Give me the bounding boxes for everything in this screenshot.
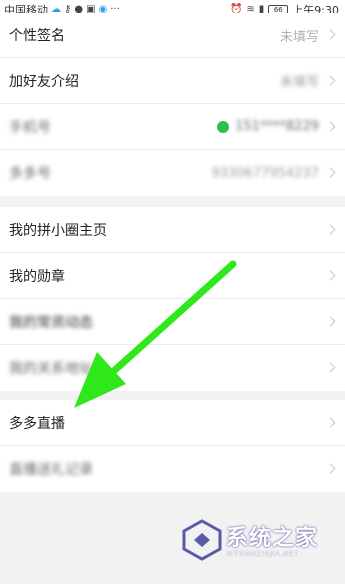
watermark-title: 系统之家 [226, 526, 319, 551]
pdd-id-value: 9330677954237 [211, 165, 319, 181]
row-activity[interactable]: 我的常资动态 [0, 299, 345, 345]
row-live[interactable]: 多多直播 [0, 400, 345, 446]
chevron-right-icon [325, 316, 336, 326]
row-signature[interactable]: 个性签名 未填写 [0, 13, 345, 58]
chevron-right-icon [325, 362, 336, 373]
friend-intro-value: 未填写 [279, 75, 319, 90]
chevron-right-icon [325, 224, 336, 234]
friend-intro-label: 加好友介绍 [9, 73, 79, 90]
chevron-right-icon [325, 417, 336, 427]
address-label: 我的关系地址 [9, 361, 93, 377]
chevron-right-icon [325, 29, 336, 40]
circle-home-label: 我的拼小圈主页 [9, 222, 107, 239]
profile-info-section: 个性签名 未填写 加好友介绍 未填写 手机号 151****8229 多多号 9… [0, 13, 345, 196]
chevron-right-icon [325, 121, 336, 131]
row-circle-home[interactable]: 我的拼小圈主页 [0, 207, 345, 253]
row-gift-record[interactable]: 直播送礼记录 [0, 446, 345, 492]
chevron-right-icon [325, 167, 336, 178]
signature-label: 个性签名 [9, 28, 65, 44]
activity-label: 我的常资动态 [9, 314, 93, 331]
phone-badge-icon [217, 120, 230, 133]
live-label: 多多直播 [9, 415, 65, 432]
live-section: 多多直播 直播送礼记录 [0, 400, 345, 492]
medals-label: 我的勋章 [9, 268, 65, 285]
chevron-right-icon [325, 75, 336, 85]
row-pdd-id[interactable]: 多多号 9330677954237 [0, 150, 345, 196]
row-phone[interactable]: 手机号 151****8229 [0, 104, 345, 150]
phone-value-wrap: 151****8229 [217, 119, 319, 134]
links-section: 我的拼小圈主页 我的勋章 我的常资动态 我的关系地址 [0, 207, 345, 391]
chevron-right-icon [325, 270, 336, 280]
row-medals[interactable]: 我的勋章 [0, 253, 345, 299]
row-friend-intro[interactable]: 加好友介绍 未填写 [0, 58, 345, 104]
watermark-subtitle: XITONGZHIJIA.NET [226, 550, 299, 558]
gift-record-label: 直播送礼记录 [9, 462, 93, 478]
row-address[interactable]: 我的关系地址 [0, 345, 345, 391]
watermark-logo-icon [182, 519, 222, 561]
phone-value: 151****8229 [235, 119, 319, 134]
signature-value: 未填写 [279, 29, 319, 45]
pdd-id-label: 多多号 [9, 166, 51, 182]
chevron-right-icon [325, 463, 336, 474]
phone-label: 手机号 [9, 119, 51, 136]
watermark: 系统之家 XITONGZHIJIA.NET [178, 512, 338, 572]
